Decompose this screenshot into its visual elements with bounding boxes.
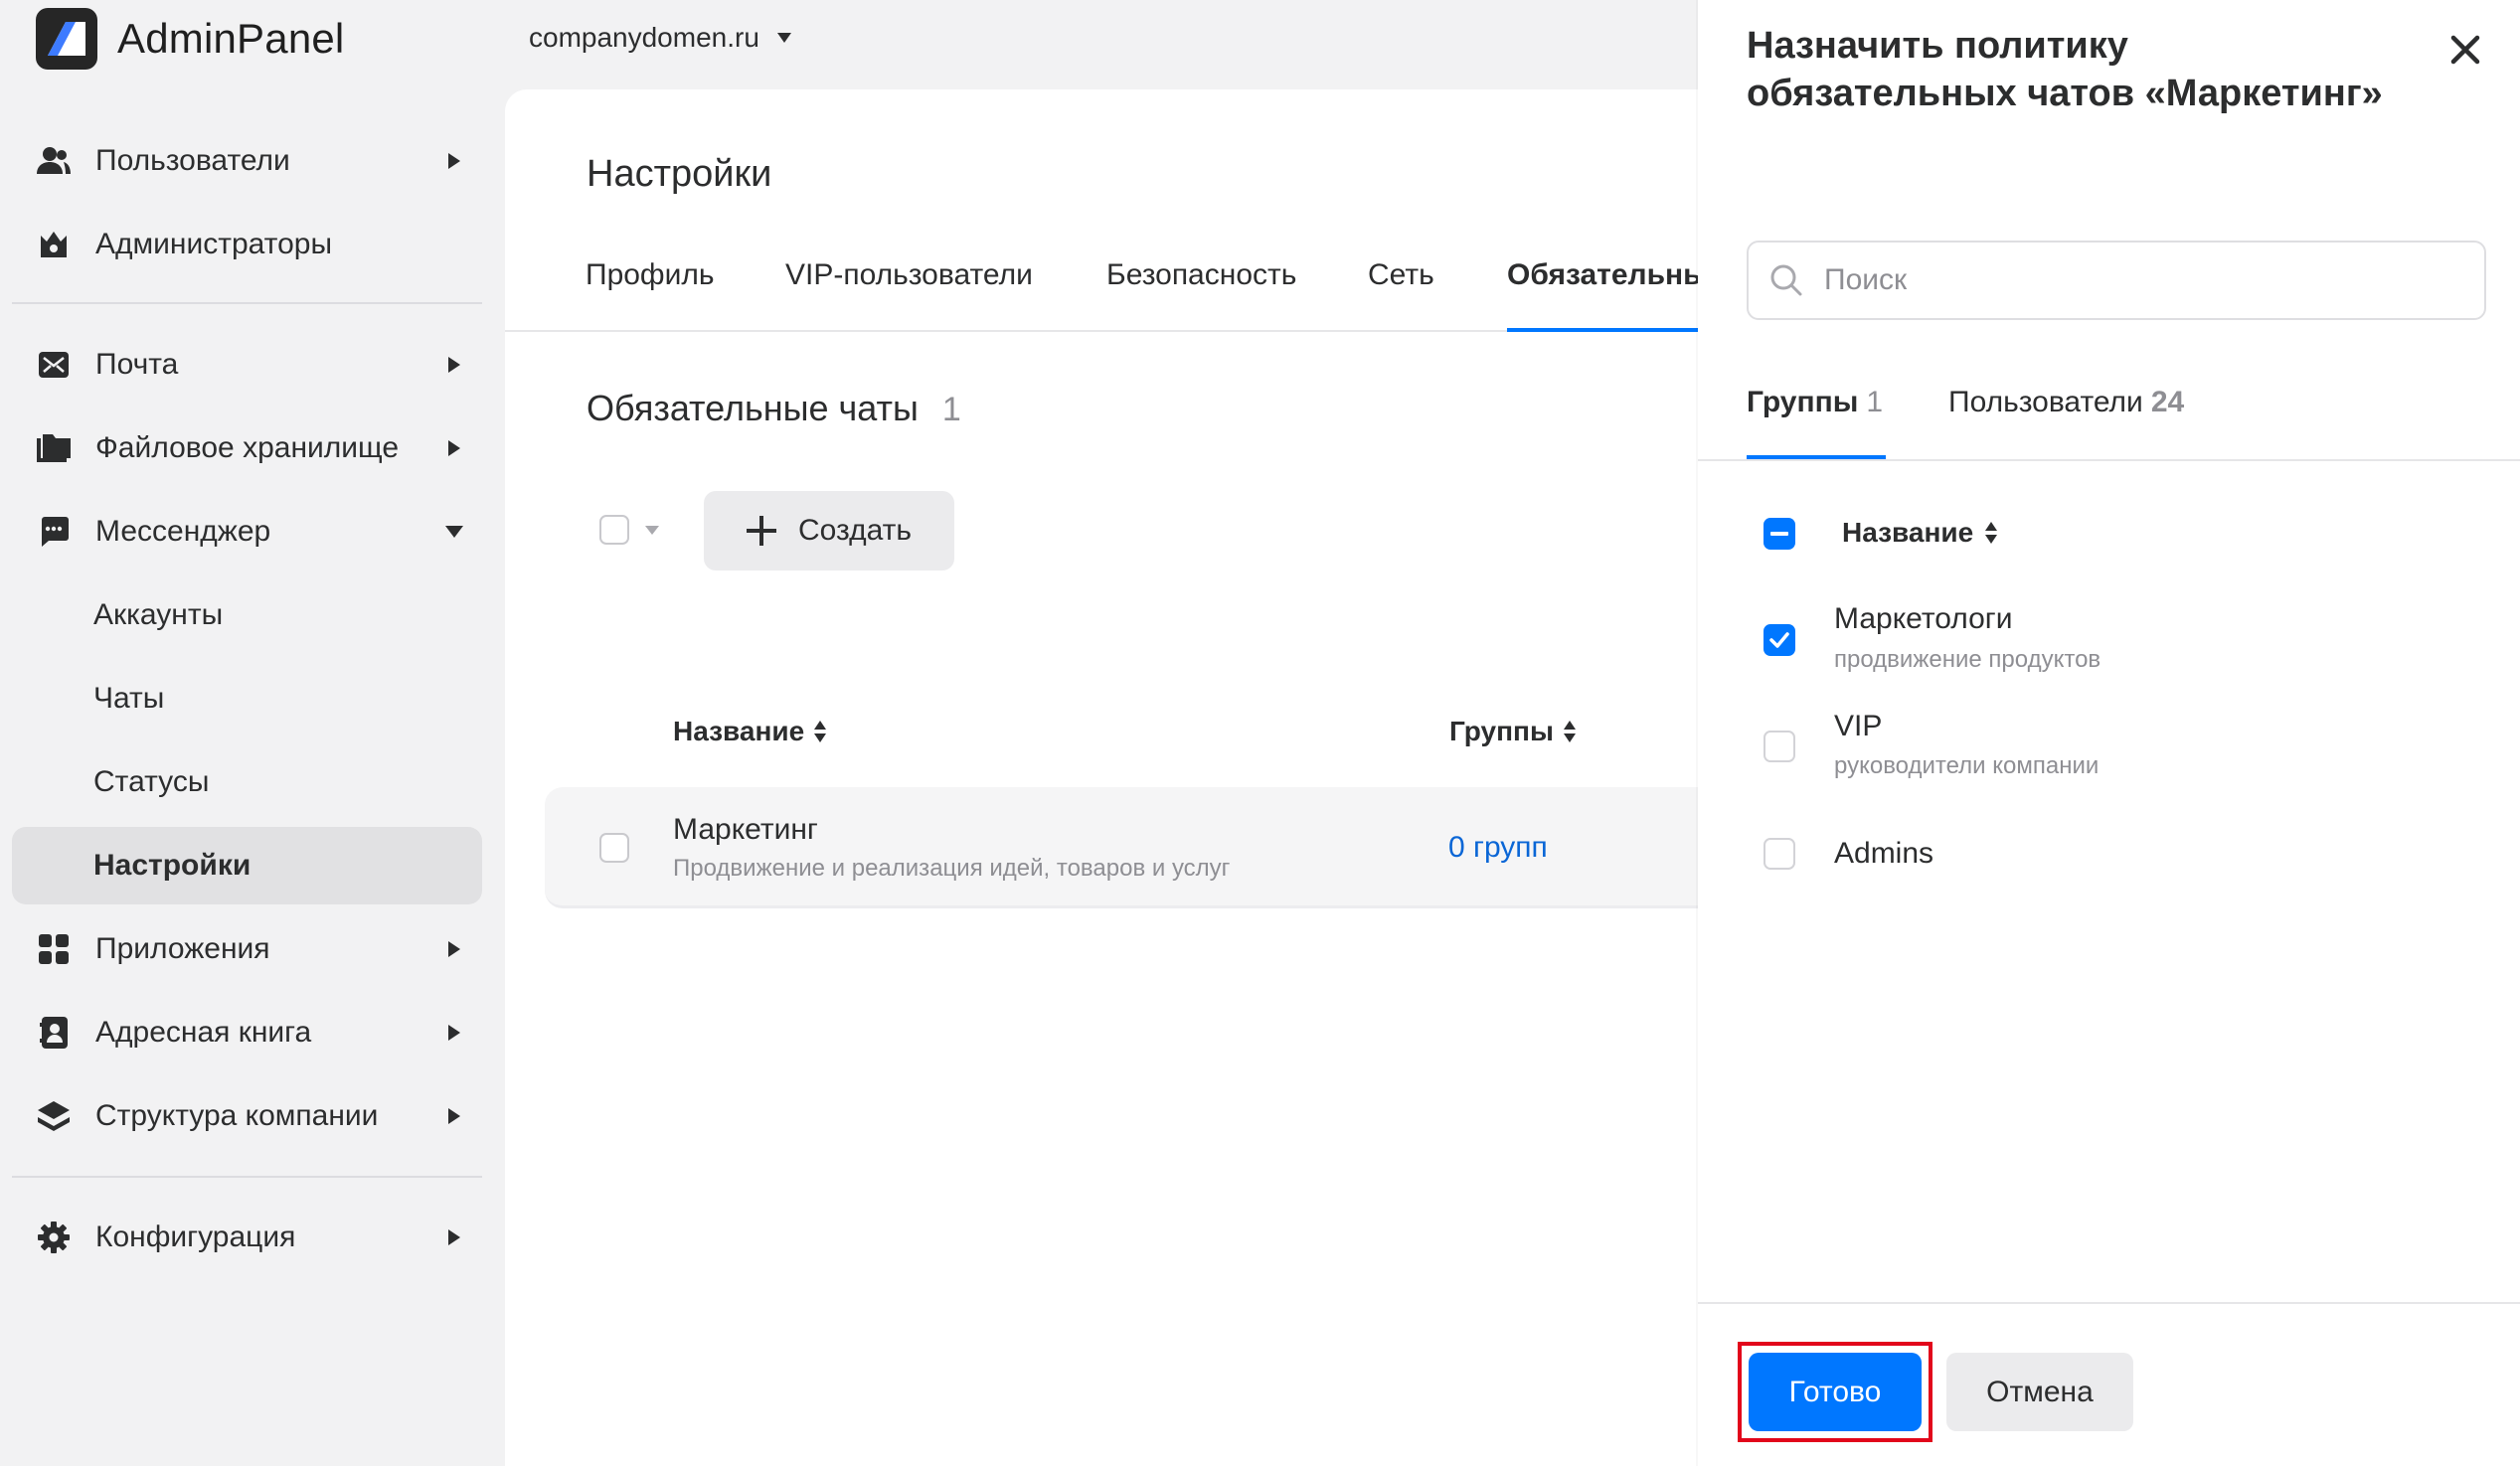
caret-right-icon	[434, 440, 474, 456]
plus-icon	[746, 516, 776, 546]
tab-security[interactable]: Безопасность	[1106, 258, 1296, 292]
sidebar-item-users[interactable]: Пользователи	[12, 122, 482, 200]
caret-right-icon	[434, 357, 474, 373]
sidebar-item-accounts[interactable]: Аккаунты	[12, 576, 482, 654]
settings-tabs: Профиль VIP-пользователи Безопасность Се…	[505, 237, 1698, 332]
column-header-name[interactable]: Название	[673, 716, 827, 747]
search-input[interactable]	[1824, 263, 2484, 297]
group-title: Маркетологи	[1834, 602, 2013, 635]
row-checkbox[interactable]	[599, 833, 629, 863]
sidebar-item-company-structure[interactable]: Структура компании	[12, 1077, 482, 1155]
row-description: Продвижение и реализация идей, товаров и…	[673, 855, 1231, 882]
tab-network[interactable]: Сеть	[1368, 258, 1434, 292]
sort-icon	[1563, 721, 1576, 742]
drawer-tabs: Группы 1 Пользователи 24	[1698, 376, 2520, 461]
section-title-text: Обязательные чаты	[587, 388, 919, 428]
folder-icon	[12, 434, 95, 462]
tab-users[interactable]: Пользователи 24	[1948, 386, 2184, 419]
sidebar-item-address-book[interactable]: Адресная книга	[12, 994, 482, 1071]
sidebar-item-chats[interactable]: Чаты	[12, 660, 482, 737]
sidebar-divider	[12, 1176, 482, 1178]
sidebar-item-configuration[interactable]: Конфигурация	[12, 1199, 482, 1276]
mail-icon	[12, 352, 95, 378]
caret-down-icon	[434, 526, 474, 538]
apps-grid-icon	[12, 934, 95, 964]
sidebar-item-mail[interactable]: Почта	[12, 326, 482, 404]
layers-icon	[12, 1101, 95, 1131]
list-header-name[interactable]: Название	[1842, 517, 1998, 549]
tab-vip-users[interactable]: VIP-пользователи	[785, 258, 1033, 292]
sidebar-divider	[12, 302, 482, 304]
drawer-footer-divider	[1698, 1302, 2520, 1304]
column-header-groups[interactable]: Группы	[1449, 716, 1576, 747]
section-count: 1	[941, 391, 961, 428]
groups-count: 1	[1866, 386, 1884, 418]
users-count: 24	[2150, 386, 2185, 418]
sidebar-item-statuses[interactable]: Статусы	[12, 743, 482, 821]
row-groups-link[interactable]: 0 групп	[1448, 831, 1548, 865]
caret-right-icon	[434, 1229, 474, 1245]
sidebar-item-file-storage[interactable]: Файловое хранилище	[12, 409, 482, 487]
active-tab-indicator	[1747, 455, 1886, 459]
caret-right-icon	[434, 1108, 474, 1124]
select-all-groups-checkbox[interactable]	[1764, 518, 1795, 550]
chevron-down-icon	[776, 33, 791, 43]
address-book-icon	[12, 1017, 95, 1049]
caret-right-icon	[434, 153, 474, 169]
sort-icon	[814, 721, 827, 742]
brand[interactable]: AdminPanel	[36, 8, 344, 70]
search-icon	[1749, 263, 1824, 297]
caret-right-icon	[434, 941, 474, 957]
domain-select[interactable]: companydomen.ru	[529, 18, 791, 58]
caret-right-icon	[434, 1025, 474, 1041]
group-description: руководители компании	[1834, 752, 2100, 779]
chat-icon	[12, 517, 95, 547]
tab-profile[interactable]: Профиль	[586, 258, 715, 292]
close-icon[interactable]	[2447, 32, 2483, 68]
assign-policy-drawer: Назначить политику обязательных чатов «М…	[1698, 0, 2520, 1466]
adminpanel-logo-icon	[36, 8, 97, 70]
select-all-checkbox[interactable]	[599, 515, 629, 545]
bulk-select[interactable]	[599, 515, 659, 545]
main-content: Настройки Профиль VIP-пользователи Безоп…	[505, 89, 1698, 1466]
row-title: Маркетинг	[673, 813, 818, 846]
sidebar: AdminPanel Пользователи Администраторы П…	[0, 0, 505, 1466]
group-title: Admins	[1834, 837, 1934, 870]
cancel-button[interactable]: Отмена	[1946, 1353, 2133, 1431]
done-button[interactable]: Готово	[1749, 1353, 1922, 1431]
users-icon	[12, 146, 95, 176]
search-field[interactable]	[1747, 241, 2486, 320]
checkmark-icon	[1769, 632, 1789, 648]
sidebar-item-messenger[interactable]: Мессенджер	[12, 493, 482, 570]
sidebar-item-admins[interactable]: Администраторы	[12, 206, 482, 283]
table-row[interactable]: Маркетинг Продвижение и реализация идей,…	[545, 787, 1698, 908]
brand-name: AdminPanel	[117, 15, 345, 62]
sort-icon	[1985, 522, 1998, 544]
active-tab-indicator	[1507, 328, 1698, 332]
page-title: Настройки	[587, 153, 772, 195]
drawer-title: Назначить политику обязательных чатов «М…	[1747, 25, 2383, 114]
group-checkbox[interactable]	[1764, 838, 1795, 870]
domain-name: companydomen.ru	[529, 22, 759, 53]
sidebar-item-apps[interactable]: Приложения	[12, 910, 482, 988]
admin-crown-icon	[12, 230, 95, 259]
chevron-down-icon[interactable]	[645, 525, 659, 535]
minus-icon	[1770, 532, 1788, 536]
group-title: VIP	[1834, 710, 1883, 742]
group-checkbox[interactable]	[1764, 731, 1795, 762]
group-checkbox[interactable]	[1764, 624, 1795, 656]
create-button-label: Создать	[797, 514, 912, 547]
tab-mandatory-chats[interactable]: Обязательны	[1507, 258, 1698, 292]
sidebar-item-settings[interactable]: Настройки	[12, 827, 482, 904]
gear-icon	[12, 1222, 95, 1253]
section-title: Обязательные чаты 1	[587, 388, 961, 429]
create-button[interactable]: Создать	[704, 491, 954, 570]
tab-groups[interactable]: Группы 1	[1747, 386, 1883, 419]
group-description: продвижение продуктов	[1834, 646, 2101, 673]
